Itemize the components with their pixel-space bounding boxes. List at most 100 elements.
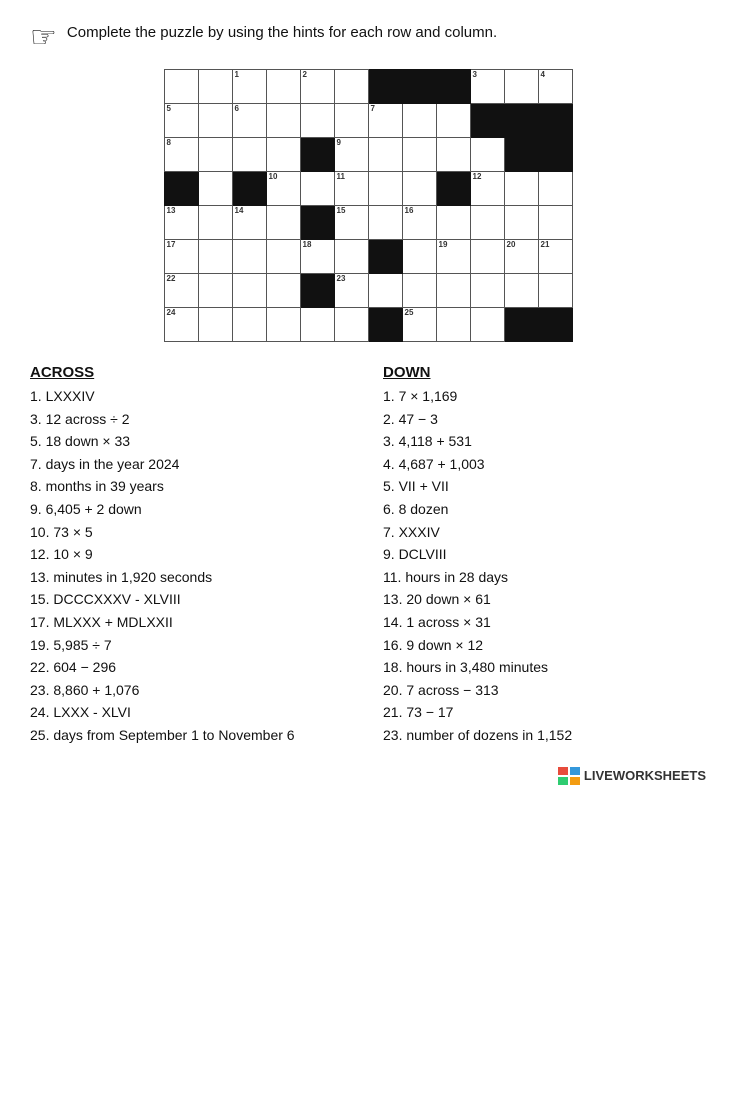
cell-4-9	[470, 206, 504, 240]
clue-item: 24. LXXX - XLVI	[30, 703, 353, 723]
cell-3-3: 10	[266, 172, 300, 206]
cell-2-8	[436, 138, 470, 172]
cell-2-10	[504, 138, 538, 172]
cell-5-10: 20	[504, 240, 538, 274]
puzzle-container: 1234567891011121314151617181920212223242…	[30, 69, 706, 342]
liveworksheets-brand: LIVEWORKSHEETS	[558, 767, 706, 785]
lw-logo	[558, 767, 580, 785]
cell-4-11	[538, 206, 572, 240]
cell-7-10	[504, 308, 538, 342]
cell-2-4	[300, 138, 334, 172]
cell-6-7	[402, 274, 436, 308]
clue-item: 7. XXXIV	[383, 523, 706, 543]
cell-6-11	[538, 274, 572, 308]
cell-5-4: 18	[300, 240, 334, 274]
cell-5-3	[266, 240, 300, 274]
cell-4-4	[300, 206, 334, 240]
cell-2-1	[198, 138, 232, 172]
cell-5-5	[334, 240, 368, 274]
clue-item: 5. VII + VII	[383, 477, 706, 497]
clue-item: 16. 9 down × 12	[383, 636, 706, 656]
cell-1-6: 7	[368, 104, 402, 138]
down-title: DOWN	[383, 364, 706, 381]
cell-1-4	[300, 104, 334, 138]
cell-7-0: 24	[164, 308, 198, 342]
clue-item: 5. 18 down × 33	[30, 432, 353, 452]
cell-3-6	[368, 172, 402, 206]
cell-3-11	[538, 172, 572, 206]
cell-2-11	[538, 138, 572, 172]
lw-logo-svg	[558, 767, 580, 785]
clue-item: 9. 6,405 + 2 down	[30, 500, 353, 520]
cell-4-1	[198, 206, 232, 240]
footer: LIVEWORKSHEETS	[30, 767, 706, 785]
cell-2-9	[470, 138, 504, 172]
clues-section: ACROSS 1. LXXXIV3. 12 across ÷ 25. 18 do…	[30, 364, 706, 749]
clue-item: 9. DCLVIII	[383, 545, 706, 565]
cell-2-6	[368, 138, 402, 172]
cell-0-10	[504, 70, 538, 104]
cell-1-0: 5	[164, 104, 198, 138]
cell-1-7	[402, 104, 436, 138]
clue-item: 11. hours in 28 days	[383, 568, 706, 588]
cell-0-3	[266, 70, 300, 104]
cell-5-0: 17	[164, 240, 198, 274]
clue-item: 21. 73 − 17	[383, 703, 706, 723]
clue-item: 23. number of dozens in 1,152	[383, 726, 706, 746]
cell-7-8	[436, 308, 470, 342]
clue-item: 3. 4,118 + 531	[383, 432, 706, 452]
cell-2-3	[266, 138, 300, 172]
cell-7-5	[334, 308, 368, 342]
cell-2-7	[402, 138, 436, 172]
clue-item: 25. days from September 1 to November 6	[30, 726, 353, 746]
cell-7-3	[266, 308, 300, 342]
hand-icon: ☞	[30, 20, 57, 55]
cell-6-9	[470, 274, 504, 308]
cell-0-2: 1	[232, 70, 266, 104]
cell-7-7: 25	[402, 308, 436, 342]
cell-5-8: 19	[436, 240, 470, 274]
clue-item: 18. hours in 3,480 minutes	[383, 658, 706, 678]
cell-7-11	[538, 308, 572, 342]
cell-1-1	[198, 104, 232, 138]
clue-item: 1. LXXXIV	[30, 387, 353, 407]
brand-text: LIVEWORKSHEETS	[584, 768, 706, 783]
clue-item: 2. 47 − 3	[383, 410, 706, 430]
cell-3-7	[402, 172, 436, 206]
cell-0-1	[198, 70, 232, 104]
cell-4-5: 15	[334, 206, 368, 240]
cell-1-9	[470, 104, 504, 138]
cell-6-10	[504, 274, 538, 308]
cell-5-9	[470, 240, 504, 274]
cell-1-2: 6	[232, 104, 266, 138]
instruction-text: Complete the puzzle by using the hints f…	[67, 18, 497, 43]
cell-6-0: 22	[164, 274, 198, 308]
cell-0-7	[402, 70, 436, 104]
cell-0-9: 3	[470, 70, 504, 104]
cell-6-2	[232, 274, 266, 308]
cell-0-0	[164, 70, 198, 104]
clue-item: 3. 12 across ÷ 2	[30, 410, 353, 430]
cell-0-5	[334, 70, 368, 104]
cell-0-11: 4	[538, 70, 572, 104]
cell-3-10	[504, 172, 538, 206]
cell-6-1	[198, 274, 232, 308]
clue-item: 12. 10 × 9	[30, 545, 353, 565]
cell-5-1	[198, 240, 232, 274]
cell-5-11: 21	[538, 240, 572, 274]
cell-4-0: 13	[164, 206, 198, 240]
cell-4-6	[368, 206, 402, 240]
cell-1-11	[538, 104, 572, 138]
cell-0-4: 2	[300, 70, 334, 104]
cell-3-5: 11	[334, 172, 368, 206]
header: ☞ Complete the puzzle by using the hints…	[30, 18, 706, 55]
clue-item: 17. MLXXX + MDLXXII	[30, 613, 353, 633]
cell-3-4	[300, 172, 334, 206]
cell-3-0	[164, 172, 198, 206]
cell-5-2	[232, 240, 266, 274]
cell-6-4	[300, 274, 334, 308]
cell-4-8	[436, 206, 470, 240]
cell-7-4	[300, 308, 334, 342]
clue-item: 13. 20 down × 61	[383, 590, 706, 610]
cell-3-8	[436, 172, 470, 206]
